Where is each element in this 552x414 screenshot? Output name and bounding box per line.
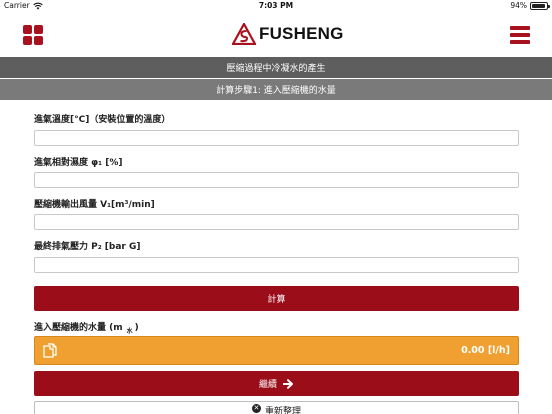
status-time: 7:03 PM (258, 1, 294, 10)
grid-icon[interactable] (23, 25, 43, 45)
arrow-right-icon (283, 378, 293, 389)
result-value: 0.00 [l/h] (461, 345, 510, 356)
intake-temperature-label: 進氣溫度[°C]（安裝位置的溫度） (34, 115, 171, 125)
battery-icon (530, 1, 550, 10)
close-circle-icon: ✕ (251, 404, 261, 413)
intake-temperature-input[interactable] (34, 130, 519, 146)
relative-humidity-input[interactable] (34, 172, 519, 188)
hamburger-menu-icon[interactable] (510, 26, 530, 44)
app-header: FUSHENG (0, 12, 552, 57)
result-label: 進入壓縮機的水量 (m 水 ) (34, 320, 139, 335)
fusheng-logo-mark-icon (232, 23, 256, 45)
reset-button[interactable]: ✕ 重新整理 (34, 401, 519, 414)
fusheng-logo: FUSHENG (232, 21, 344, 47)
battery-percent: 94% (510, 1, 527, 10)
result-label-subscript: 水 (126, 328, 133, 335)
output-airflow-input[interactable] (34, 214, 519, 230)
status-bar: Carrier 7:03 PM 94% (0, 0, 552, 12)
calculate-button[interactable]: 計算 (34, 286, 519, 311)
result-label-text: 進入壓縮機的水量 (m (34, 323, 123, 333)
continue-button[interactable]: 繼續 (34, 371, 519, 396)
output-airflow-label: 壓縮機輸出風量 V₁[m³/min] (34, 200, 155, 210)
calculate-button-label: 計算 (267, 295, 286, 305)
result-box: 0.00 [l/h] (34, 336, 519, 365)
discharge-pressure-label: 最終排氣壓力 P₂ [bar G] (34, 242, 141, 252)
logo-text: FUSHENG (259, 24, 344, 43)
copy-icon[interactable] (42, 343, 58, 359)
result-label-close: ) (134, 323, 139, 333)
discharge-pressure-input[interactable] (34, 257, 519, 273)
battery-indicator: 94% (510, 1, 550, 10)
reset-button-label: 重新整理 (264, 407, 301, 414)
continue-button-label: 繼續 (258, 380, 277, 390)
page-title: 壓縮過程中冷凝水的產生 (0, 57, 552, 78)
relative-humidity-label: 進氣相對濕度 φ₁ [%] (34, 158, 123, 168)
step-title: 計算步驟1: 進入壓縮機的水量 (0, 79, 552, 100)
